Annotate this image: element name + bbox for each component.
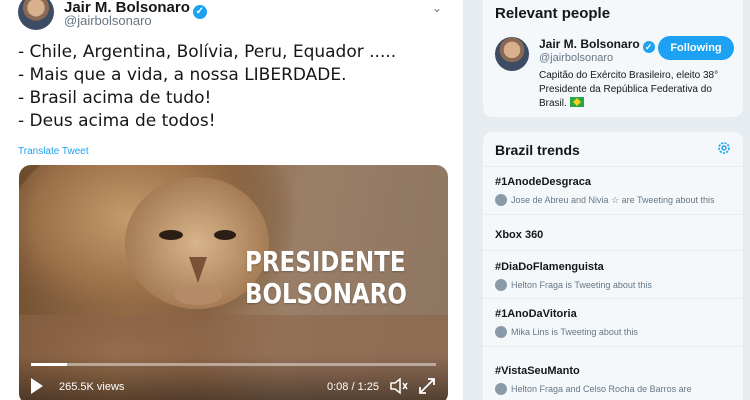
video-overlay-subtitle: BOLSONARO — [245, 277, 407, 310]
author-handle[interactable]: @jairbolsonaro — [64, 13, 152, 28]
relevant-people-panel: Relevant people Jair M. Bolsonaro ✓ @jair… — [482, 0, 744, 118]
divider — [483, 298, 743, 299]
trend-context: Jose de Abreu and Nivia ☆ are Tweeting a… — [511, 195, 715, 205]
tweet-line: - Deus acima de todos! — [18, 111, 216, 131]
trends-title: Brazil trends — [495, 142, 580, 158]
mini-avatar — [495, 326, 507, 338]
video-controls — [19, 355, 448, 400]
video-view-count: 265.5K views — [59, 381, 125, 393]
trends-panel: Brazil trends #1AnodeDesgraca Jose de Ab… — [482, 131, 744, 400]
tweet-card: Jair M. Bolsonaro ✓ @jairbolsonaro ⌄ - Ch… — [0, 0, 463, 400]
person-bio-text: Capitão do Exército Brasileiro, eleito 3… — [539, 70, 719, 109]
person-avatar[interactable] — [495, 37, 529, 71]
person-name[interactable]: Jair M. Bolsonaro ✓ — [539, 37, 655, 53]
trend-name[interactable]: #VistaSeuManto — [495, 365, 580, 377]
mini-avatar — [495, 279, 507, 291]
video-progress-bar[interactable] — [31, 363, 436, 366]
translate-tweet-link[interactable]: Translate Tweet — [18, 146, 89, 157]
tweet-line: - Brasil acima de tudo! — [18, 88, 212, 108]
author-avatar[interactable] — [18, 0, 54, 30]
trend-name[interactable]: #1AnodeDesgraca — [495, 176, 591, 188]
following-button[interactable]: Following — [658, 36, 734, 60]
video-overlay-title: PRESIDENTE — [245, 245, 406, 278]
video-progress-fill — [31, 363, 68, 366]
video-player[interactable]: PRESIDENTE BOLSONARO 265.5K views 0:08 /… — [19, 165, 448, 400]
divider — [483, 250, 743, 251]
trend-context: Helton Fraga and Celso Rocha de Barros a… — [511, 384, 692, 394]
gear-icon[interactable] — [716, 140, 732, 156]
tweet-menu-chevron-down-icon[interactable]: ⌄ — [432, 1, 442, 15]
trend-name[interactable]: Xbox 360 — [495, 229, 543, 241]
person-handle[interactable]: @jairbolsonaro — [539, 52, 613, 64]
volume-icon[interactable] — [389, 377, 409, 395]
mini-avatar — [495, 383, 507, 395]
divider — [483, 166, 743, 167]
divider — [483, 214, 743, 215]
tweet-line: - Mais que a vida, a nossa LIBERDADE. — [18, 65, 347, 85]
person-name-text[interactable]: Jair M. Bolsonaro — [539, 37, 640, 51]
relevant-people-title: Relevant people — [495, 5, 611, 22]
video-time: 0:08 / 1:25 — [327, 381, 379, 393]
tweet-text: - Chile, Argentina, Bolívia, Peru, Equad… — [18, 41, 448, 133]
fullscreen-icon[interactable] — [417, 376, 437, 396]
trend-context: Helton Fraga is Tweeting about this — [511, 280, 652, 290]
mini-avatar — [495, 194, 507, 206]
trend-name[interactable]: #1AnoDaVitoria — [495, 308, 577, 320]
trend-name[interactable]: #DiaDoFlamenguista — [495, 261, 604, 273]
tweet-line: - Chile, Argentina, Bolívia, Peru, Equad… — [18, 42, 397, 62]
play-icon[interactable] — [31, 378, 43, 394]
verified-badge-icon: ✓ — [192, 5, 207, 19]
brazil-flag-icon — [569, 97, 584, 107]
trend-context: Mika Lins is Tweeting about this — [511, 327, 638, 337]
divider — [483, 346, 743, 347]
person-bio: Capitão do Exército Brasileiro, eleito 3… — [539, 69, 735, 111]
verified-badge-icon: ✓ — [642, 41, 655, 53]
